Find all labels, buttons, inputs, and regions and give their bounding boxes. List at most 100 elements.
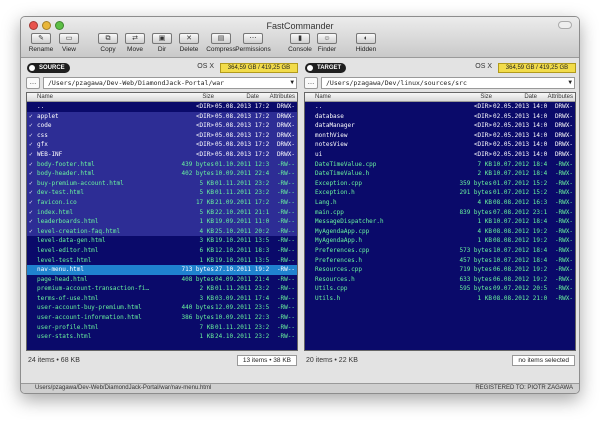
- file-row[interactable]: Resources.cpp 719 bytes 06.08.2012 19:29 -R…: [305, 265, 575, 275]
- file-date: 01.07.2012 15:23: [493, 189, 547, 197]
- toolbar-compress-button[interactable]: ▤ Compress: [206, 33, 236, 53]
- target-parent-dir-button[interactable]: …: [304, 77, 318, 89]
- file-row[interactable]: level-editor.html 6 KB 12.10.2011 18:33 -RW…: [27, 246, 297, 256]
- file-row[interactable]: .. <DIR> 05.08.2013 17:29 DRWX-: [27, 102, 297, 112]
- file-row[interactable]: terms-of-use.html 3 KB 03.09.2011 17:44 -RW…: [27, 294, 297, 304]
- file-date: 02.05.2013 14:01: [493, 150, 547, 158]
- target-path-field[interactable]: /Users/pzagawa/Dev/linux/sources/src ▼: [321, 77, 575, 89]
- file-row[interactable]: ui <DIR> 02.05.2013 14:01 DRWX-: [305, 150, 575, 160]
- file-row[interactable]: ✓ leaderboards.html 1 KB 19.09.2011 11:00 -R…: [27, 217, 297, 227]
- column-attributes[interactable]: Attributes: [548, 93, 573, 101]
- toolbar-button-label: Delete: [179, 46, 199, 53]
- toolbar-hidden-button[interactable]: ◐ Hidden: [352, 33, 380, 53]
- column-attributes[interactable]: Attributes: [270, 93, 295, 101]
- file-row[interactable]: Preferences.cpp 573 bytes 10.07.2012 18:45…: [305, 246, 575, 256]
- file-row[interactable]: ✓ favicon.ico 17 KB 21.09.2011 17:29 -RW--: [27, 197, 297, 208]
- file-date: 05.08.2013 17:29: [215, 122, 269, 130]
- column-date[interactable]: Date: [246, 93, 259, 101]
- toolbar-finder-button[interactable]: ☺ Finder: [313, 33, 341, 53]
- file-row[interactable]: Exception.h 291 bytes 01.07.2012 15:23 -RWX…: [305, 188, 575, 198]
- target-free-space[interactable]: 364,59 GB / 419,25 GB: [498, 63, 576, 73]
- target-badge[interactable]: TARGET: [305, 63, 347, 73]
- toolbar-permissions-button[interactable]: ⋯ Permissions: [235, 33, 271, 53]
- file-row[interactable]: MyAgendaApp.cpp 4 KB 08.08.2012 19:29 -RWX-: [305, 227, 575, 237]
- file-size: 1 KB: [199, 333, 214, 341]
- toolbar-dir-button[interactable]: ▣ Dir: [148, 33, 176, 53]
- target-badge-label: TARGET: [317, 65, 342, 71]
- file-row[interactable]: MessageDispatcher.h 1 KB 10.07.2012 18:45-…: [305, 217, 575, 227]
- file-name: dev-test.html: [37, 189, 84, 197]
- file-row[interactable]: user-account-information.html 386 bytes 10…: [27, 313, 297, 323]
- source-parent-dir-button[interactable]: …: [26, 77, 40, 89]
- source-free-space[interactable]: 364,59 GB / 419,25 GB: [220, 63, 298, 73]
- chevron-down-icon[interactable]: ▼: [568, 78, 572, 88]
- file-row[interactable]: ✓ level-creation-faq.html 4 KB 25.10.2011 2…: [27, 226, 297, 237]
- file-row[interactable]: level-data-gen.html 3 KB 19.10.2011 13:57-…: [27, 236, 297, 246]
- file-row[interactable]: MyAgendaApp.h 1 KB 08.08.2012 19:29 -RWX-: [305, 236, 575, 246]
- toolbar-rename-button[interactable]: ✎ Rename: [27, 33, 55, 53]
- file-row[interactable]: notesView <DIR> 02.05.2013 14:01 DRWX-: [305, 140, 575, 150]
- file-row[interactable]: Exception.cpp 359 bytes 01.07.2012 15:23 -R…: [305, 179, 575, 189]
- chevron-down-icon[interactable]: ▼: [290, 78, 294, 88]
- file-row[interactable]: Lang.h 4 KB 08.08.2012 16:39 -RWX-: [305, 198, 575, 208]
- file-row[interactable]: main.cpp 839 bytes 07.08.2012 23:16 -RWX-: [305, 208, 575, 218]
- toolbar-toggle-button[interactable]: [558, 21, 572, 29]
- file-row[interactable]: ✓ gfx <DIR> 05.08.2013 17:29 DRWX-: [27, 140, 297, 150]
- file-row[interactable]: ✓ body-footer.html 439 bytes 01.10.2011 12:…: [27, 159, 297, 170]
- checkmark-icon: ✓: [29, 170, 33, 178]
- file-row[interactable]: Preferences.h 457 bytes 10.07.2012 18:45 -R…: [305, 256, 575, 266]
- file-row[interactable]: DateTimeValue.cpp 7 KB 10.07.2012 18:45 -RW…: [305, 160, 575, 170]
- file-date: 10.07.2012 18:45: [493, 246, 547, 254]
- file-row[interactable]: ✓ body-header.html 402 bytes 10.09.2011 22:…: [27, 169, 297, 179]
- file-row[interactable]: dataManager <DIR> 02.05.2013 14:01 DRWX-: [305, 121, 575, 131]
- file-row[interactable]: user-stats.html 1 KB 24.10.2011 23:22 -RW--: [27, 332, 297, 342]
- file-row[interactable]: user-account-buy-premium.html 440 bytes 12…: [27, 303, 297, 313]
- toolbar-button-label: Dir: [157, 46, 167, 53]
- file-row[interactable]: premium-account-transaction-fi… 2 KB 01.11…: [27, 284, 297, 294]
- file-date: 01.11.2011 23:21: [215, 323, 269, 331]
- file-name: terms-of-use.html: [37, 294, 99, 302]
- checkmark-icon: ✓: [29, 112, 33, 120]
- column-name[interactable]: Name: [37, 93, 53, 101]
- toolbar-delete-button[interactable]: ✕ Delete: [175, 33, 203, 53]
- file-row[interactable]: ✓ applet <DIR> 05.08.2013 17:29 DRWX-: [27, 111, 297, 122]
- file-row[interactable]: Resources.h 633 bytes 06.08.2012 19:29 -RWX…: [305, 275, 575, 285]
- file-row[interactable]: page-head.html 408 bytes 04.09.2011 21:44-…: [27, 275, 297, 285]
- file-row[interactable]: DateTimeValue.h 2 KB 10.07.2012 18:43 -RWX-: [305, 169, 575, 179]
- source-panel-header: SOURCE OS X 364,59 GB / 419,25 GB: [24, 61, 300, 75]
- file-row[interactable]: level-test.html 1 KB 19.10.2011 13:57 -RW--: [27, 256, 297, 266]
- source-badge[interactable]: SOURCE: [27, 63, 70, 73]
- column-date[interactable]: Date: [524, 93, 537, 101]
- file-size: <DIR>: [473, 131, 492, 139]
- file-row[interactable]: ✓ buy-premium-account.html 5 KB 01.11.2011 …: [27, 178, 297, 189]
- file-row[interactable]: ✓ WEB-INF <DIR> 05.08.2013 17:29 DRWX-: [27, 149, 297, 160]
- source-path-text: /Users/pzagawa/Dev-Web/DiamondJack-Porta…: [48, 79, 225, 87]
- file-row[interactable]: ✓ dev-test.html 5 KB 01.11.2011 23:20 -RW--: [27, 188, 297, 198]
- file-row[interactable]: ✓ css <DIR> 05.08.2013 17:29 DRWX-: [27, 130, 297, 141]
- file-row[interactable]: Utils.h 1 KB 08.08.2012 21:06 -RWX-: [305, 294, 575, 304]
- toolbar-copy-button[interactable]: ⧉ Copy: [94, 33, 122, 53]
- target-selection-summary: no items selected: [512, 355, 575, 366]
- source-path-field[interactable]: /Users/pzagawa/Dev-Web/DiamondJack-Porta…: [43, 77, 297, 89]
- file-size: 440 bytes: [181, 304, 214, 312]
- source-file-list[interactable]: Name Size Date Attributes .. <DIR> 05.08.2…: [26, 92, 298, 351]
- toolbar-view-button[interactable]: ▭ View: [55, 33, 83, 53]
- file-row[interactable]: monthView <DIR> 02.05.2013 14:01 DRWX-: [305, 131, 575, 141]
- file-row[interactable]: user-profile.html 7 KB 01.11.2011 23:21 -RW…: [27, 323, 297, 333]
- toolbar-move-button[interactable]: ⇄ Move: [121, 33, 149, 53]
- file-row[interactable]: nav-menu.html 713 bytes 27.10.2011 19:22 -R…: [27, 265, 297, 275]
- file-row[interactable]: .. <DIR> 02.05.2013 14:01 DRWX-: [305, 102, 575, 112]
- file-name: monthView: [315, 131, 348, 139]
- file-row[interactable]: ✓ code <DIR> 05.08.2013 17:29 DRWX-: [27, 121, 297, 131]
- column-size[interactable]: Size: [202, 93, 214, 101]
- file-attributes: -RWX-: [554, 189, 573, 197]
- target-file-list[interactable]: Name Size Date Attributes .. <DIR> 02.05.2…: [304, 92, 576, 351]
- column-name[interactable]: Name: [315, 93, 331, 101]
- file-row[interactable]: ✓ index.html 5 KB 22.10.2011 21:14 -RW--: [27, 207, 297, 218]
- column-size[interactable]: Size: [480, 93, 492, 101]
- toolbar-button-label: Copy: [100, 46, 116, 53]
- file-row[interactable]: database <DIR> 02.05.2013 14:01 DRWX-: [305, 112, 575, 122]
- file-date: 10.07.2012 18:45: [493, 256, 547, 264]
- file-row[interactable]: Utils.cpp 595 bytes 09.07.2012 20:53 -RWX-: [305, 284, 575, 294]
- toolbar-console-button[interactable]: ▮ Console: [286, 33, 314, 53]
